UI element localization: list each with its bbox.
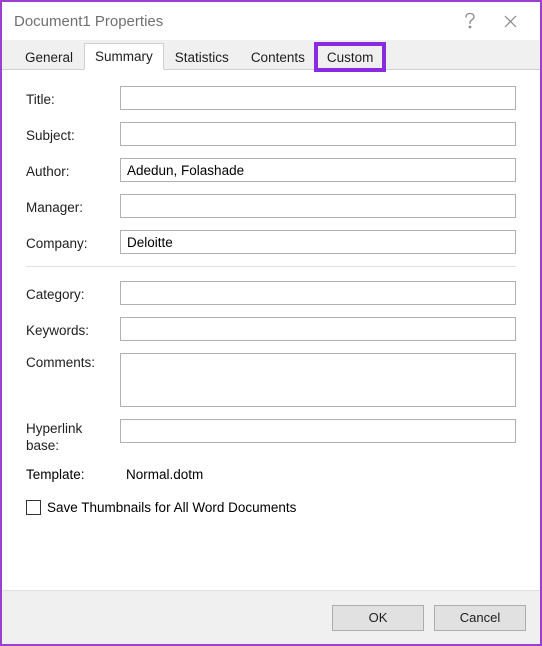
tab-contents[interactable]: Contents — [240, 44, 316, 70]
comments-label: Comments: — [26, 353, 120, 370]
dialog-footer: OK Cancel — [2, 590, 540, 644]
hyperlink-base-input[interactable] — [120, 419, 516, 443]
author-input[interactable] — [120, 158, 516, 182]
ok-button[interactable]: OK — [332, 605, 424, 631]
save-thumbnails-checkbox[interactable] — [26, 500, 41, 515]
category-label: Category: — [26, 285, 120, 302]
template-label: Template: — [26, 467, 120, 482]
save-thumbnails-row[interactable]: Save Thumbnails for All Word Documents — [26, 500, 516, 515]
save-thumbnails-label: Save Thumbnails for All Word Documents — [47, 500, 296, 515]
help-button[interactable] — [450, 6, 490, 36]
titlebar: Document1 Properties — [2, 2, 540, 40]
comments-input[interactable] — [120, 353, 516, 407]
keywords-input[interactable] — [120, 317, 516, 341]
tab-general[interactable]: General — [14, 44, 84, 70]
dialog-title: Document1 Properties — [14, 13, 450, 30]
properties-dialog: Document1 Properties General Summary Sta… — [0, 0, 542, 646]
title-label: Title: — [26, 90, 120, 107]
tab-custom[interactable]: Custom — [316, 44, 385, 70]
tab-statistics[interactable]: Statistics — [164, 44, 240, 70]
divider — [26, 266, 516, 267]
keywords-label: Keywords: — [26, 321, 120, 338]
company-input[interactable] — [120, 230, 516, 254]
close-button[interactable] — [490, 6, 530, 36]
subject-input[interactable] — [120, 122, 516, 146]
close-icon — [504, 15, 517, 28]
author-label: Author: — [26, 162, 120, 179]
category-input[interactable] — [120, 281, 516, 305]
tabstrip: General Summary Statistics Contents Cust… — [2, 40, 540, 70]
manager-label: Manager: — [26, 198, 120, 215]
subject-label: Subject: — [26, 126, 120, 143]
template-value: Normal.dotm — [120, 467, 203, 482]
manager-input[interactable] — [120, 194, 516, 218]
help-icon — [464, 13, 476, 29]
summary-panel: Title: Subject: Author: Manager: Company… — [2, 70, 540, 590]
cancel-button[interactable]: Cancel — [434, 605, 526, 631]
hyperlink-base-label: Hyperlinkbase: — [26, 419, 120, 455]
company-label: Company: — [26, 234, 120, 251]
title-input[interactable] — [120, 86, 516, 110]
tab-summary[interactable]: Summary — [84, 43, 164, 70]
